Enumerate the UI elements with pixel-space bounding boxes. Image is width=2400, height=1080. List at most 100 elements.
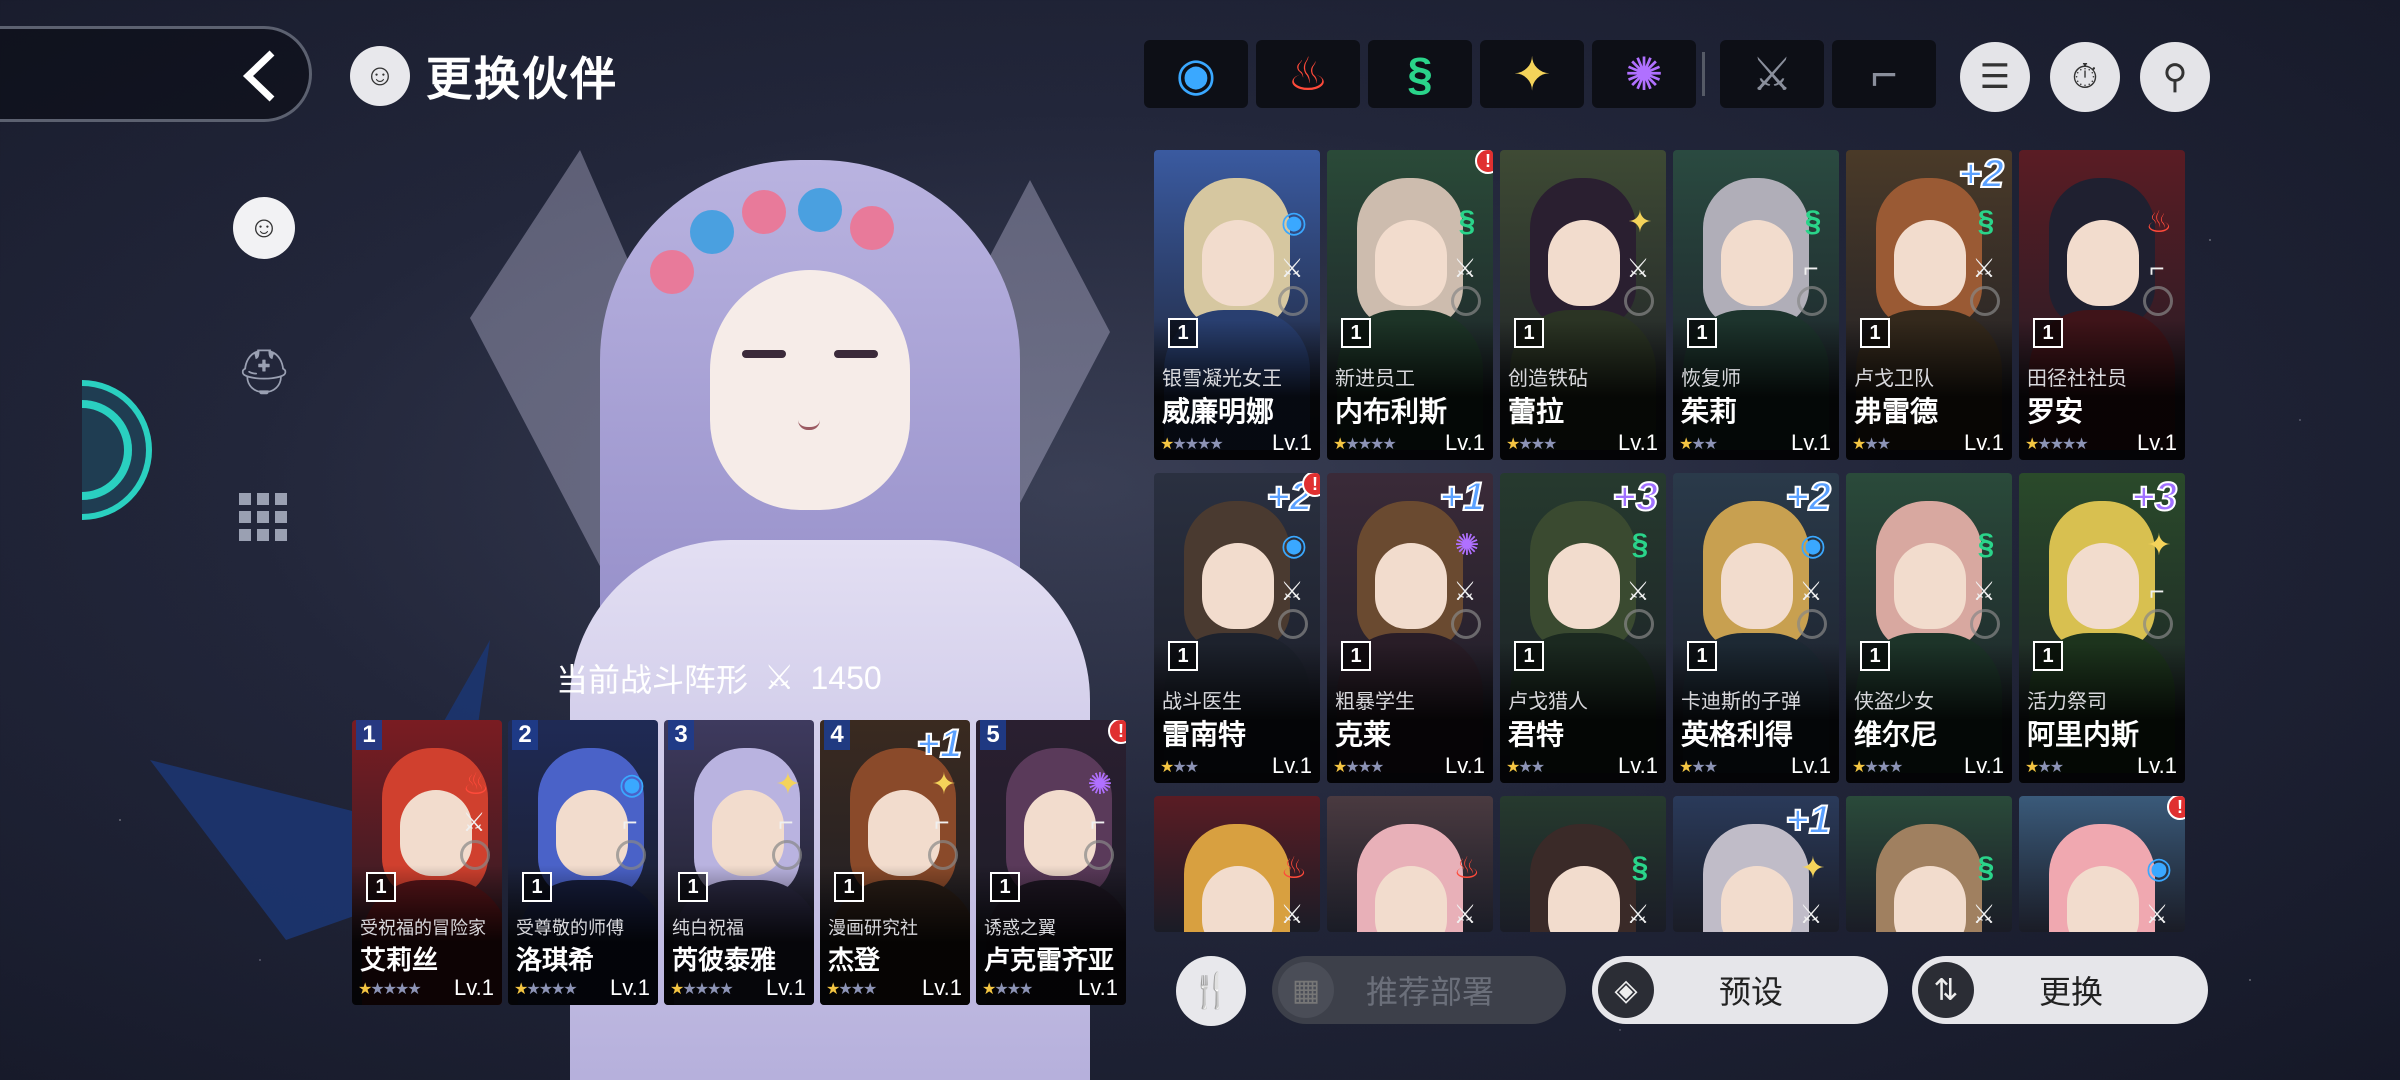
enhance-badge: +3 xyxy=(1611,474,1659,520)
change-button[interactable]: ⇅ 更换 xyxy=(1912,956,2208,1024)
sword-class-icon: ⚔ xyxy=(1626,898,1650,929)
preset-button[interactable]: ◈ 预设 xyxy=(1592,956,1888,1024)
star-rating: ★★★ xyxy=(1160,759,1199,776)
sword-class-icon: ⚔ xyxy=(1453,575,1477,606)
recommend-deploy-button[interactable]: ▦ 推荐部署 xyxy=(1272,956,1566,1024)
wind-filter-button[interactable]: § xyxy=(1368,40,1472,108)
star-rating: ★★★ xyxy=(1506,759,1545,776)
staff-class-icon: ⌐ xyxy=(2149,575,2165,606)
chevron-left-icon xyxy=(242,50,275,102)
roster-character-card[interactable]: § ⚔ 1 新进员工 内布利斯 ★★★★★ Lv.1 ! xyxy=(1327,150,1493,460)
portrait-face xyxy=(2067,543,2139,629)
equipment-slot-icon xyxy=(1797,286,1827,316)
character-level: Lv.1 xyxy=(1272,430,1312,455)
rank-badge: 1 xyxy=(366,872,396,902)
rank-badge: 1 xyxy=(2033,318,2063,348)
portrait-face xyxy=(1202,220,1274,306)
sword-class-icon: ⚔ xyxy=(1280,252,1304,283)
character-title: 新进员工 xyxy=(1335,368,1415,390)
roster-character-card[interactable]: +1 ✦ ⚔ xyxy=(1673,796,1839,932)
search-icon: ⚲ xyxy=(2162,58,2188,96)
nav-helmet-tab[interactable]: ⛑ xyxy=(232,340,296,404)
star-rating: ★★★★ xyxy=(1506,436,1557,453)
portrait-face xyxy=(1721,220,1793,306)
rank-badge: 1 xyxy=(1341,641,1371,671)
water-element-icon: ◉ xyxy=(1280,205,1308,239)
character-level: Lv.1 xyxy=(454,975,494,1000)
character-title: 受祝福的冒险家 xyxy=(360,918,486,938)
roster-character-card[interactable]: ◉ ⚔ ! xyxy=(2019,796,2185,932)
light-element-icon: ✦ xyxy=(775,767,801,801)
enhance-badge: +1 xyxy=(1438,474,1486,520)
light-filter-button[interactable]: ✦ xyxy=(1480,40,1584,108)
formation-member-card[interactable]: ◉ ⌐ 1 受尊敬的师傅 洛琪希 ★★★★★ Lv.1 2 xyxy=(508,720,658,1005)
character-name: 艾莉丝 xyxy=(360,945,439,975)
sword-filter-button[interactable]: ⚔ xyxy=(1720,40,1824,108)
equipment-slot-icon xyxy=(1624,609,1654,639)
equipment-slot-icon xyxy=(460,840,490,870)
timer-button[interactable]: ⏱ xyxy=(2050,42,2120,112)
staff-class-icon: ⌐ xyxy=(1803,252,1819,283)
character-level: Lv.1 xyxy=(1445,753,1485,778)
portrait-face xyxy=(1202,543,1274,629)
nav-grid-tab[interactable] xyxy=(232,486,296,550)
roster-character-card[interactable]: ♨ ⚔ xyxy=(1327,796,1493,932)
character-level: Lv.1 xyxy=(2137,753,2177,778)
wind-element-icon: § xyxy=(1977,205,1995,238)
formation-slot-number: 4 xyxy=(824,720,850,750)
character-name: 威廉明娜 xyxy=(1162,396,1275,427)
formation-member-card[interactable]: ✦ ⌐ 1 纯白祝福 芮彼泰雅 ★★★★★ Lv.1 3 xyxy=(664,720,814,1005)
rank-badge: 1 xyxy=(1687,641,1717,671)
formation-member-card[interactable]: ✺ ⌐ 1 诱惑之翼 卢克雷齐亚 ★★★★ Lv.1 5 ! xyxy=(976,720,1126,1005)
roster-character-card[interactable]: ♨ ⌐ 1 田径社社员 罗安 ★★★★★ Lv.1 xyxy=(2019,150,2185,460)
dark-filter-button[interactable]: ✺ xyxy=(1592,40,1696,108)
sort-button[interactable]: ☰ xyxy=(1960,42,2030,112)
rank-badge: 1 xyxy=(522,872,552,902)
formation-member-card[interactable]: +1 ✦ ⌐ 1 漫画研究社 杰登 ★★★★ Lv.1 4 xyxy=(820,720,970,1005)
roster-character-card[interactable]: +2 § ⚔ 1 卢戈卫队 弗雷德 ★★★ Lv.1 xyxy=(1846,150,2012,460)
roster-character-card[interactable]: § ⚔ xyxy=(1846,796,2012,932)
rank-badge: 1 xyxy=(1514,641,1544,671)
sword-class-icon: ⚔ xyxy=(1626,575,1650,606)
character-title: 恢复师 xyxy=(1681,368,1741,390)
food-button[interactable]: 🍴 xyxy=(1176,956,1246,1026)
roster-character-card[interactable]: § ⚔ xyxy=(1500,796,1666,932)
filter-divider xyxy=(1702,52,1705,96)
star-rating: ★★★★★ xyxy=(514,981,578,998)
sword-class-icon: ⚔ xyxy=(1280,898,1304,929)
recommend-deploy-label: 推荐部署 xyxy=(1365,974,1494,1010)
roster-character-card[interactable]: +3 § ⚔ 1 卢戈猎人 君特 ★★★ Lv.1 xyxy=(1500,473,1666,783)
stopwatch-icon: ⏱ xyxy=(2071,57,2099,96)
roster-character-card[interactable]: § ⌐ 1 恢复师 茱莉 ★★★ Lv.1 xyxy=(1673,150,1839,460)
character-level: Lv.1 xyxy=(922,975,962,1000)
star-rating: ★★★★ xyxy=(982,981,1033,998)
equipment-slot-icon xyxy=(1084,840,1114,870)
fire-filter-button[interactable]: ♨ xyxy=(1256,40,1360,108)
rank-badge: 1 xyxy=(1514,318,1544,348)
page-header: ☺ 更换伙伴 xyxy=(350,44,618,108)
roster-character-card[interactable]: ✦ ⚔ 1 创造铁砧 蕾拉 ★★★★ Lv.1 xyxy=(1500,150,1666,460)
change-label: 更换 xyxy=(2038,974,2103,1010)
enhance-badge: +1 xyxy=(915,721,963,767)
formation-member-card[interactable]: ♨ ⚔ 1 受祝福的冒险家 艾莉丝 ★★★★★ Lv.1 1 xyxy=(352,720,502,1005)
formation-power: 1450 xyxy=(810,659,882,696)
roster-character-card[interactable]: ♨ ⚔ xyxy=(1154,796,1320,932)
water-filter-button[interactable]: ◉ xyxy=(1144,40,1248,108)
search-button[interactable]: ⚲ xyxy=(2140,42,2210,112)
roster-character-card[interactable]: ◉ ⚔ 1 银雪凝光女王 威廉明娜 ★★★★★ Lv.1 xyxy=(1154,150,1320,460)
roster-character-card[interactable]: +1 ✺ ⚔ 1 粗暴学生 克莱 ★★★★ Lv.1 xyxy=(1327,473,1493,783)
roster-character-card[interactable]: +2 ◉ ⚔ 1 战斗医生 雷南特 ★★★ Lv.1 ! xyxy=(1154,473,1320,783)
back-button[interactable] xyxy=(230,46,290,106)
character-name: 罗安 xyxy=(2027,396,2084,427)
nav-companion-tab[interactable]: ☺ xyxy=(232,196,296,260)
roster-character-card[interactable]: +3 ✦ ⌐ 1 活力祭司 阿里内斯 ★★★ Lv.1 xyxy=(2019,473,2185,783)
character-name: 内布利斯 xyxy=(1335,396,1448,427)
equipment-slot-icon xyxy=(1451,286,1481,316)
roster-character-card[interactable]: § ⚔ 1 侠盗少女 维尔尼 ★★★★ Lv.1 xyxy=(1846,473,2012,783)
roster-character-card[interactable]: +2 ◉ ⚔ 1 卡迪斯的子弹 英格利得 ★★★ Lv.1 xyxy=(1673,473,1839,783)
sword-class-icon: ⚔ xyxy=(2145,898,2169,929)
page-title: 更换伙伴 xyxy=(426,53,618,105)
staff-filter-button[interactable]: ⌐ xyxy=(1832,40,1936,108)
wind-element-icon: § xyxy=(1804,205,1822,238)
wind-element-icon: § xyxy=(1631,528,1649,561)
